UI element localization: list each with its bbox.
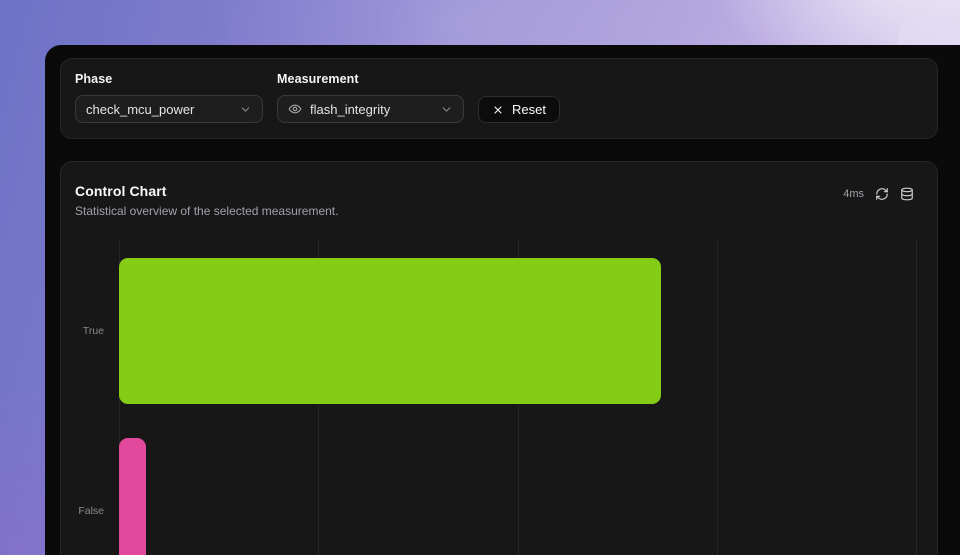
chevron-down-icon xyxy=(440,103,453,116)
y-axis-labels: True False xyxy=(61,239,111,555)
measurement-field: Measurement flash_integrity xyxy=(277,72,464,123)
duration-label: 4ms xyxy=(843,188,864,200)
data-source-button[interactable] xyxy=(900,187,914,201)
phase-select[interactable]: check_mcu_power xyxy=(75,95,263,123)
y-axis-label: False xyxy=(78,505,104,517)
chart-subtitle: Statistical overview of the selected mea… xyxy=(75,204,338,218)
refresh-icon xyxy=(875,187,889,201)
chart-card-header: Control Chart Statistical overview of th… xyxy=(61,162,937,218)
chevron-down-icon xyxy=(239,103,252,116)
page-background: Phase check_mcu_power Measurement flash_… xyxy=(0,0,960,555)
chart-meta: 4ms xyxy=(843,187,914,201)
chart-title: Control Chart xyxy=(75,183,338,199)
measurement-label: Measurement xyxy=(277,72,464,86)
x-icon xyxy=(492,104,504,116)
measurement-select-value: flash_integrity xyxy=(310,102,432,117)
measurement-select[interactable]: flash_integrity xyxy=(277,95,464,123)
bar-row xyxy=(119,258,916,404)
reset-button[interactable]: Reset xyxy=(478,96,560,123)
database-icon xyxy=(900,187,914,201)
bar-true xyxy=(119,258,661,404)
phase-select-value: check_mcu_power xyxy=(86,102,231,117)
filters-card: Phase check_mcu_power Measurement flash_… xyxy=(60,58,938,139)
bar-row xyxy=(119,438,916,555)
refresh-button[interactable] xyxy=(875,187,889,201)
app-container: Phase check_mcu_power Measurement flash_… xyxy=(45,45,960,555)
phase-field: Phase check_mcu_power xyxy=(75,72,263,123)
chart-card: Control Chart Statistical overview of th… xyxy=(60,161,938,555)
reset-button-label: Reset xyxy=(512,102,546,117)
y-axis-label: True xyxy=(83,325,104,337)
eye-icon xyxy=(288,102,302,116)
gridline xyxy=(916,239,917,555)
bar-false xyxy=(119,438,146,555)
plot-area xyxy=(119,239,916,555)
background-blob xyxy=(898,20,960,45)
bars-layer xyxy=(119,239,916,555)
phase-label: Phase xyxy=(75,72,263,86)
bar-chart: True False xyxy=(61,239,937,555)
chart-card-titles: Control Chart Statistical overview of th… xyxy=(75,183,338,218)
